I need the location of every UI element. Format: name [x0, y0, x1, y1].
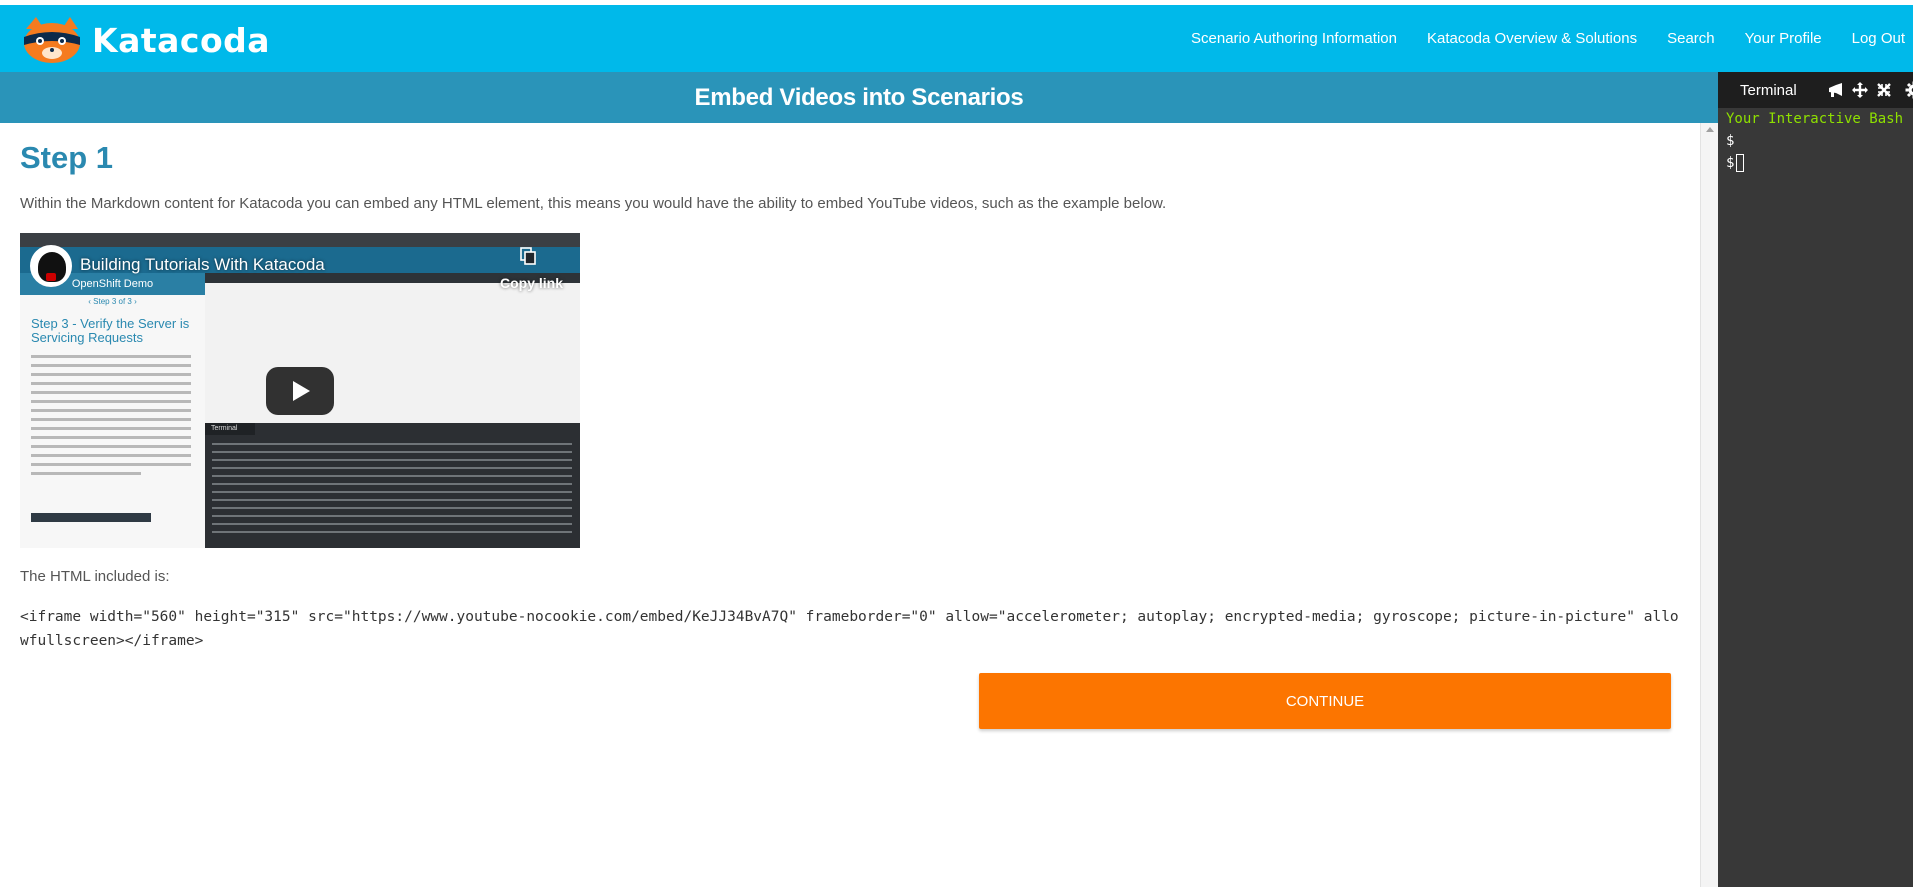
terminal-prompt: $ — [1726, 155, 1735, 171]
html-included-label: The HTML included is: — [20, 568, 170, 585]
video-thumb-code — [31, 513, 151, 522]
copy-link-label[interactable]: Copy link — [500, 275, 563, 291]
scroll-up-arrow-icon[interactable] — [1706, 127, 1714, 132]
katacoda-mascot-icon — [24, 17, 80, 63]
terminal-prompt-line: $ — [1726, 133, 1735, 149]
step-intro-text: Within the Markdown content for Katacoda… — [20, 195, 1167, 212]
video-thumb-left-panel: OpenShift Demo ‹ Step 3 of 3 › Step 3 - … — [20, 273, 205, 548]
iframe-code-snippet: <iframe width="560" height="315" src="ht… — [20, 609, 1679, 649]
expand-icon[interactable] — [1850, 80, 1870, 100]
video-thumb-editor — [205, 273, 580, 423]
logo[interactable]: Katacoda — [18, 15, 270, 65]
nav-overview-solutions[interactable]: Katacoda Overview & Solutions — [1427, 30, 1637, 47]
play-icon — [293, 381, 310, 401]
nav-log-out[interactable]: Log Out — [1852, 30, 1905, 47]
nav-search[interactable]: Search — [1667, 30, 1715, 47]
terminal-header: Terminal — [1718, 72, 1913, 108]
video-title[interactable]: Building Tutorials With Katacoda — [80, 255, 325, 275]
course-title: Embed Videos into Scenarios — [694, 83, 1024, 111]
terminal-toolbar — [1826, 78, 1913, 102]
youtube-video-embed[interactable]: OpenShift Demo ‹ Step 3 of 3 › Step 3 - … — [20, 233, 580, 548]
nav-your-profile[interactable]: Your Profile — [1745, 30, 1822, 47]
play-button[interactable] — [266, 367, 334, 415]
continue-button[interactable]: CONTINUE — [979, 673, 1671, 729]
terminal-banner: Your Interactive Bash — [1726, 111, 1904, 127]
terminal-cursor — [1736, 154, 1745, 172]
terminal-tab[interactable]: Terminal — [1728, 72, 1811, 108]
terminal-active-prompt[interactable]: $ — [1726, 152, 1913, 174]
copy-icon[interactable] — [520, 247, 536, 265]
step-content: Step 1 Within the Markdown content for K… — [0, 123, 1700, 887]
video-thumb-left-sub: ‹ Step 3 of 3 › — [88, 297, 137, 306]
megaphone-icon[interactable] — [1826, 80, 1846, 100]
terminal-output[interactable]: Your Interactive Bash $ $ — [1726, 108, 1913, 174]
step-title: Step 1 — [20, 140, 114, 175]
video-thumb-text-lines — [31, 355, 191, 481]
content-scrollbar[interactable] — [1700, 123, 1718, 887]
nav-scenario-authoring[interactable]: Scenario Authoring Information — [1191, 30, 1397, 47]
course-title-bar: Embed Videos into Scenarios — [0, 72, 1718, 123]
video-thumb-terminal-tab: Terminal — [205, 423, 255, 435]
navbar: Katacoda Scenario Authoring Information … — [0, 5, 1913, 72]
gear-icon[interactable] — [1904, 80, 1913, 100]
video-thumb-browser-bar — [20, 233, 580, 247]
channel-avatar[interactable] — [30, 245, 72, 287]
brand-name: Katacoda — [92, 20, 271, 60]
video-thumb-terminal — [205, 423, 580, 548]
video-thumb-left-heading: Step 3 - Verify the Server is Servicing … — [31, 316, 190, 345]
terminal-panel: Terminal Your Interactive Bash $ $ — [1718, 72, 1913, 887]
collapse-icon[interactable] — [1874, 80, 1894, 100]
nav-links: Scenario Authoring Information Katacoda … — [1191, 5, 1913, 72]
